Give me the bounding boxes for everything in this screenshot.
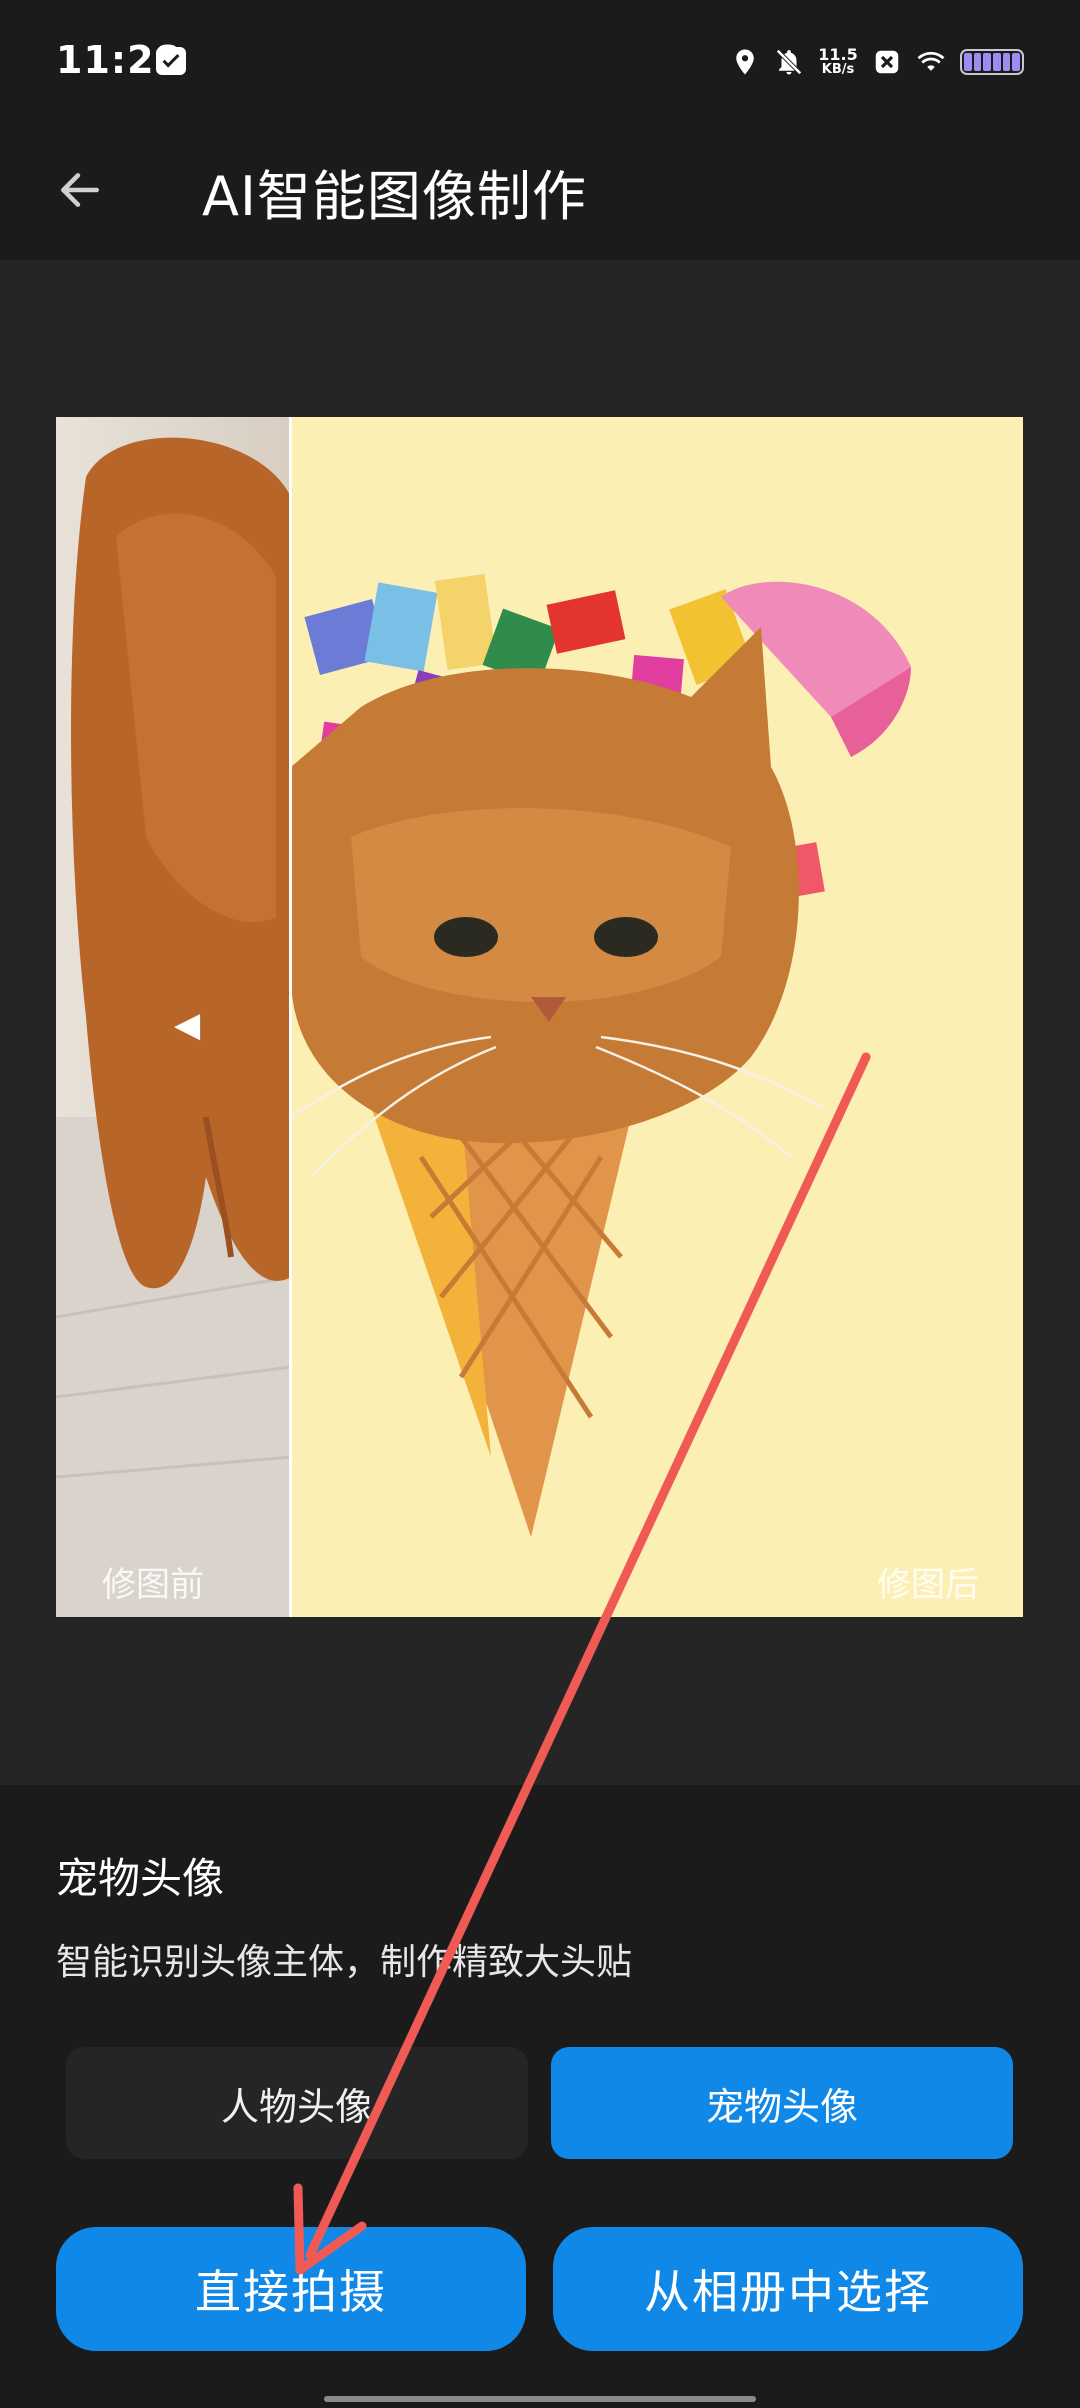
location-icon	[736, 49, 754, 75]
mute-bell-icon	[776, 49, 802, 75]
before-label: 修图前	[102, 1565, 204, 1605]
no-sim-icon	[875, 50, 899, 74]
drag-handle-arrow[interactable]: ◀	[174, 1005, 200, 1045]
take-photo-button[interactable]: 直接拍摄	[56, 2227, 526, 2351]
chip-pet-avatar[interactable]: 宠物头像	[551, 2047, 1013, 2159]
app-bar: AI智能图像制作	[0, 130, 1080, 260]
category-description: 智能识别头像主体，制作精致大头贴	[56, 1942, 633, 1983]
network-speed-value: 11.5	[818, 45, 858, 64]
wifi-icon	[917, 51, 945, 71]
category-title: 宠物头像	[56, 1854, 225, 1903]
chip-person-avatar[interactable]: 人物头像	[66, 2047, 528, 2159]
screen: 11:28 11.5 KB/s AI智能图像制作 ◀ 修图前 修图后 宠物头像 …	[0, 0, 1080, 2408]
after-label: 修图后	[877, 1565, 979, 1605]
status-bar: 11:28 11.5 KB/s	[0, 0, 1080, 130]
message-notification-icon	[156, 47, 186, 75]
back-button[interactable]	[40, 150, 120, 230]
comparison-divider[interactable]	[289, 417, 292, 1617]
battery-icon	[960, 49, 1024, 75]
network-speed: 11.5 KB/s	[818, 47, 858, 77]
cat-icecream-illustration	[290, 573, 911, 1537]
page-title: AI智能图像制作	[202, 165, 587, 228]
before-after-comparison[interactable]: ◀ 修图前 修图后	[56, 417, 1023, 1617]
network-speed-unit: KB/s	[821, 62, 855, 77]
preview-area: ◀ 修图前 修图后	[0, 260, 1080, 1785]
after-image	[290, 417, 1023, 1617]
back-arrow-icon	[61, 173, 99, 207]
controls-panel: 宠物头像 智能识别头像主体，制作精致大头贴 人物头像 宠物头像 直接拍摄 从相册…	[0, 1785, 1080, 2408]
status-icons: 11.5 KB/s	[730, 42, 1024, 82]
choose-from-album-button[interactable]: 从相册中选择	[553, 2227, 1023, 2351]
home-indicator[interactable]	[324, 2396, 756, 2402]
